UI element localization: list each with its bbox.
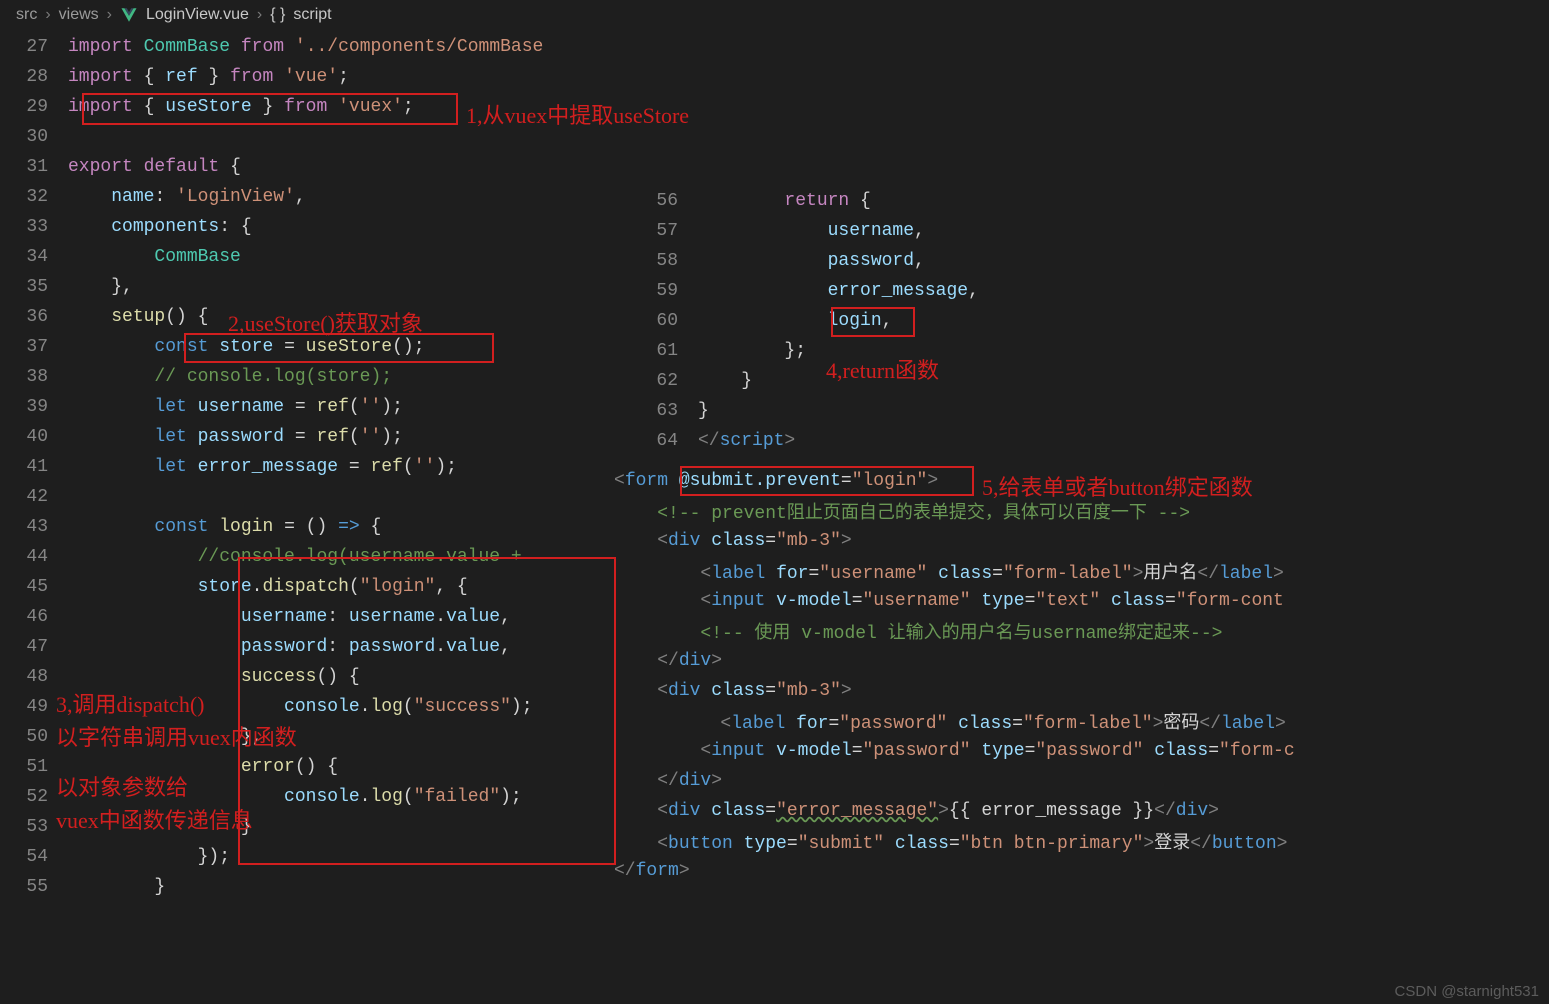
line-number: 43 <box>0 517 68 537</box>
editor-right-pane[interactable]: 56 return { 57 username, 58 password, 59… <box>630 186 1085 456</box>
line-number: 62 <box>630 371 698 391</box>
line-number: 32 <box>0 187 68 207</box>
line-number: 31 <box>0 157 68 177</box>
line-number: 47 <box>0 637 68 657</box>
annotation-4: 4,return函数 <box>826 353 939 385</box>
line-number: 64 <box>630 431 698 451</box>
line-number: 61 <box>630 341 698 361</box>
vue-file-icon <box>120 6 138 24</box>
line-number: 63 <box>630 401 698 421</box>
chevron-right-icon: › <box>107 6 112 24</box>
breadcrumb: src › views › LoginView.vue › { } script <box>0 0 1549 30</box>
breadcrumb-file[interactable]: LoginView.vue <box>146 6 249 24</box>
watermark: CSDN @starnight531 <box>1395 983 1539 1000</box>
line-number: 30 <box>0 127 68 147</box>
line-number: 58 <box>630 251 698 271</box>
annotation-2: 2,useStore()获取对象 <box>228 306 423 338</box>
line-number: 44 <box>0 547 68 567</box>
line-number: 33 <box>0 217 68 237</box>
line-number: 46 <box>0 607 68 627</box>
line-number: 28 <box>0 67 68 87</box>
line-number: 42 <box>0 487 68 507</box>
line-number: 34 <box>0 247 68 267</box>
annotation-3c: 以对象参数给 <box>56 770 188 802</box>
breadcrumb-views[interactable]: views <box>59 6 99 24</box>
annotation-3d: vuex中函数传递信息 <box>56 803 253 835</box>
line-number: 29 <box>0 97 68 117</box>
line-number: 37 <box>0 337 68 357</box>
line-number: 38 <box>0 367 68 387</box>
line-number: 56 <box>630 191 698 211</box>
line-number: 59 <box>630 281 698 301</box>
annotation-3a: 3,调用dispatch() <box>56 687 204 719</box>
annotation-1: 1,从vuex中提取useStore <box>466 98 689 130</box>
chevron-right-icon: › <box>45 6 50 24</box>
line-number: 54 <box>0 847 68 867</box>
line-number: 40 <box>0 427 68 447</box>
braces-icon: { } <box>270 6 285 24</box>
line-number: 55 <box>0 877 68 897</box>
line-number: 48 <box>0 667 68 687</box>
line-number: 60 <box>630 311 698 331</box>
line-number: 27 <box>0 37 68 57</box>
line-number: 39 <box>0 397 68 417</box>
breadcrumb-section[interactable]: script <box>293 6 331 24</box>
line-number: 36 <box>0 307 68 327</box>
annotation-3b: 以字符串调用vuex内函数 <box>56 720 297 752</box>
chevron-right-icon: › <box>257 6 262 24</box>
line-number: 35 <box>0 277 68 297</box>
line-number: 45 <box>0 577 68 597</box>
line-number: 57 <box>630 221 698 241</box>
editor-template-pane[interactable]: <form @submit.prevent="login"> <!-- prev… <box>614 466 1549 886</box>
annotation-5: 5,给表单或者button绑定函数 <box>982 470 1253 502</box>
breadcrumb-src[interactable]: src <box>16 6 37 24</box>
line-number: 41 <box>0 457 68 477</box>
